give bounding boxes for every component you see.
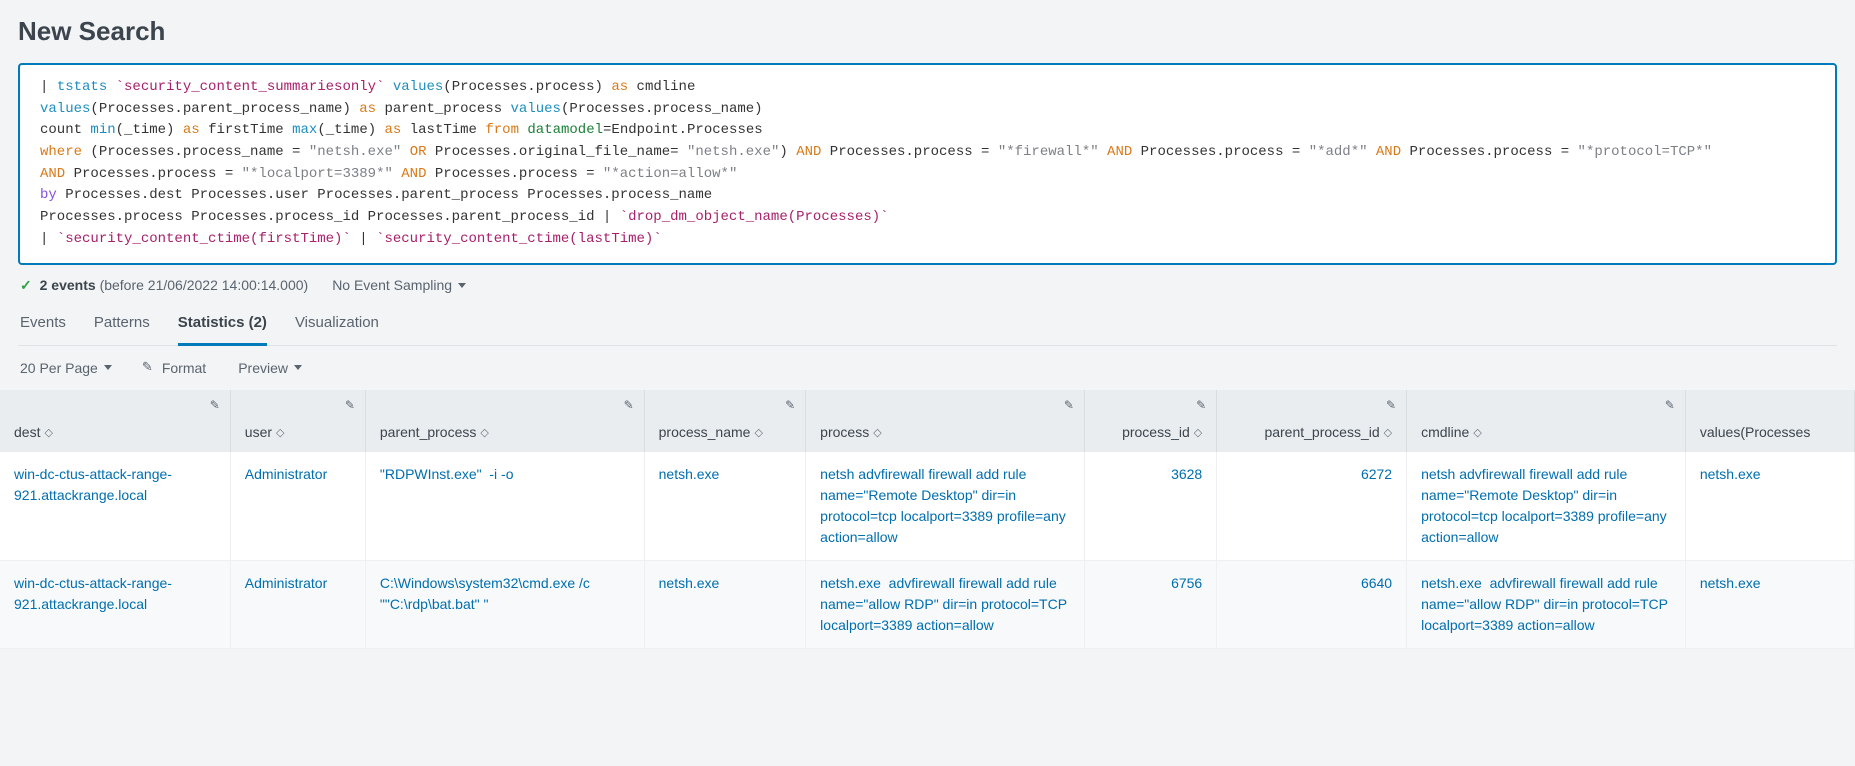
cell-parent_process[interactable]: "RDPWInst.exe" -i -o bbox=[365, 452, 644, 561]
pencil-icon[interactable]: ✎ bbox=[1665, 398, 1675, 412]
sort-icon[interactable]: ◇ bbox=[1194, 426, 1202, 439]
sort-icon[interactable]: ◇ bbox=[873, 426, 881, 439]
check-icon: ✓ bbox=[20, 277, 32, 293]
status-bar: ✓ 2 events (before 21/06/2022 14:00:14.0… bbox=[18, 265, 1837, 304]
sort-icon[interactable]: ◇ bbox=[276, 426, 284, 439]
tab-statistics[interactable]: Statistics (2) bbox=[178, 304, 267, 346]
pencil-icon[interactable]: ✎ bbox=[1386, 398, 1396, 412]
cell-process[interactable]: netsh advfirewall firewall add rule name… bbox=[806, 452, 1085, 561]
pencil-icon bbox=[144, 362, 156, 374]
column-header-parent_process_id[interactable]: ✎parent_process_id◇ bbox=[1217, 390, 1407, 452]
pencil-icon[interactable]: ✎ bbox=[785, 398, 795, 412]
sort-icon[interactable]: ◇ bbox=[754, 426, 762, 439]
column-header-values_process[interactable]: values(Processes bbox=[1685, 390, 1854, 452]
cell-parent_process_id[interactable]: 6640 bbox=[1217, 560, 1407, 648]
event-sampling-dropdown[interactable]: No Event Sampling bbox=[332, 277, 466, 293]
tab-visualization[interactable]: Visualization bbox=[295, 304, 379, 345]
cell-cmdline[interactable]: netsh advfirewall firewall add rule name… bbox=[1407, 452, 1686, 561]
cell-parent_process[interactable]: C:\Windows\system32\cmd.exe /c ""C:\rdp\… bbox=[365, 560, 644, 648]
chevron-down-icon bbox=[294, 365, 302, 370]
pencil-icon[interactable]: ✎ bbox=[1064, 398, 1074, 412]
format-button[interactable]: Format bbox=[144, 360, 206, 376]
tab-patterns[interactable]: Patterns bbox=[94, 304, 150, 345]
chevron-down-icon bbox=[458, 283, 466, 288]
cell-dest[interactable]: win-dc-ctus-attack-range-921.attackrange… bbox=[0, 560, 230, 648]
pencil-icon[interactable]: ✎ bbox=[1196, 398, 1206, 412]
chevron-down-icon bbox=[104, 365, 112, 370]
cell-values_process[interactable]: netsh.exe bbox=[1685, 560, 1854, 648]
preview-dropdown[interactable]: Preview bbox=[238, 360, 302, 376]
sort-icon[interactable]: ◇ bbox=[1473, 426, 1481, 439]
sort-icon[interactable]: ◇ bbox=[1384, 426, 1392, 439]
results-table: ✎dest◇✎user◇✎parent_process◇✎process_nam… bbox=[0, 390, 1855, 649]
column-header-user[interactable]: ✎user◇ bbox=[230, 390, 365, 452]
cell-user[interactable]: Administrator bbox=[230, 452, 365, 561]
pencil-icon[interactable]: ✎ bbox=[624, 398, 634, 412]
cell-process_name[interactable]: netsh.exe bbox=[644, 452, 806, 561]
cell-process_name[interactable]: netsh.exe bbox=[644, 560, 806, 648]
column-header-cmdline[interactable]: ✎cmdline◇ bbox=[1407, 390, 1686, 452]
pencil-icon[interactable]: ✎ bbox=[210, 398, 220, 412]
sort-icon[interactable]: ◇ bbox=[480, 426, 488, 439]
column-header-process[interactable]: ✎process◇ bbox=[806, 390, 1085, 452]
column-header-process_id[interactable]: ✎process_id◇ bbox=[1084, 390, 1216, 452]
results-toolbar: 20 Per Page Format Preview bbox=[18, 346, 1837, 390]
table-row: win-dc-ctus-attack-range-921.attackrange… bbox=[0, 560, 1855, 648]
cell-process_id[interactable]: 3628 bbox=[1084, 452, 1216, 561]
job-status: ✓ 2 events (before 21/06/2022 14:00:14.0… bbox=[20, 277, 308, 294]
column-header-dest[interactable]: ✎dest◇ bbox=[0, 390, 230, 452]
sort-icon[interactable]: ◇ bbox=[44, 426, 52, 439]
cell-user[interactable]: Administrator bbox=[230, 560, 365, 648]
per-page-dropdown[interactable]: 20 Per Page bbox=[20, 360, 112, 376]
table-row: win-dc-ctus-attack-range-921.attackrange… bbox=[0, 452, 1855, 561]
tab-events[interactable]: Events bbox=[20, 304, 66, 345]
results-table-wrap: ✎dest◇✎user◇✎parent_process◇✎process_nam… bbox=[0, 390, 1855, 649]
search-input[interactable]: | tstats `security_content_summariesonly… bbox=[18, 63, 1837, 265]
pencil-icon[interactable]: ✎ bbox=[345, 398, 355, 412]
result-tabs: Events Patterns Statistics (2) Visualiza… bbox=[18, 304, 1837, 346]
column-header-parent_process[interactable]: ✎parent_process◇ bbox=[365, 390, 644, 452]
cell-process[interactable]: netsh.exe advfirewall firewall add rule … bbox=[806, 560, 1085, 648]
cell-dest[interactable]: win-dc-ctus-attack-range-921.attackrange… bbox=[0, 452, 230, 561]
page-title: New Search bbox=[18, 16, 1837, 47]
cell-values_process[interactable]: netsh.exe bbox=[1685, 452, 1854, 561]
cell-process_id[interactable]: 6756 bbox=[1084, 560, 1216, 648]
column-header-process_name[interactable]: ✎process_name◇ bbox=[644, 390, 806, 452]
cell-parent_process_id[interactable]: 6272 bbox=[1217, 452, 1407, 561]
cell-cmdline[interactable]: netsh.exe advfirewall firewall add rule … bbox=[1407, 560, 1686, 648]
